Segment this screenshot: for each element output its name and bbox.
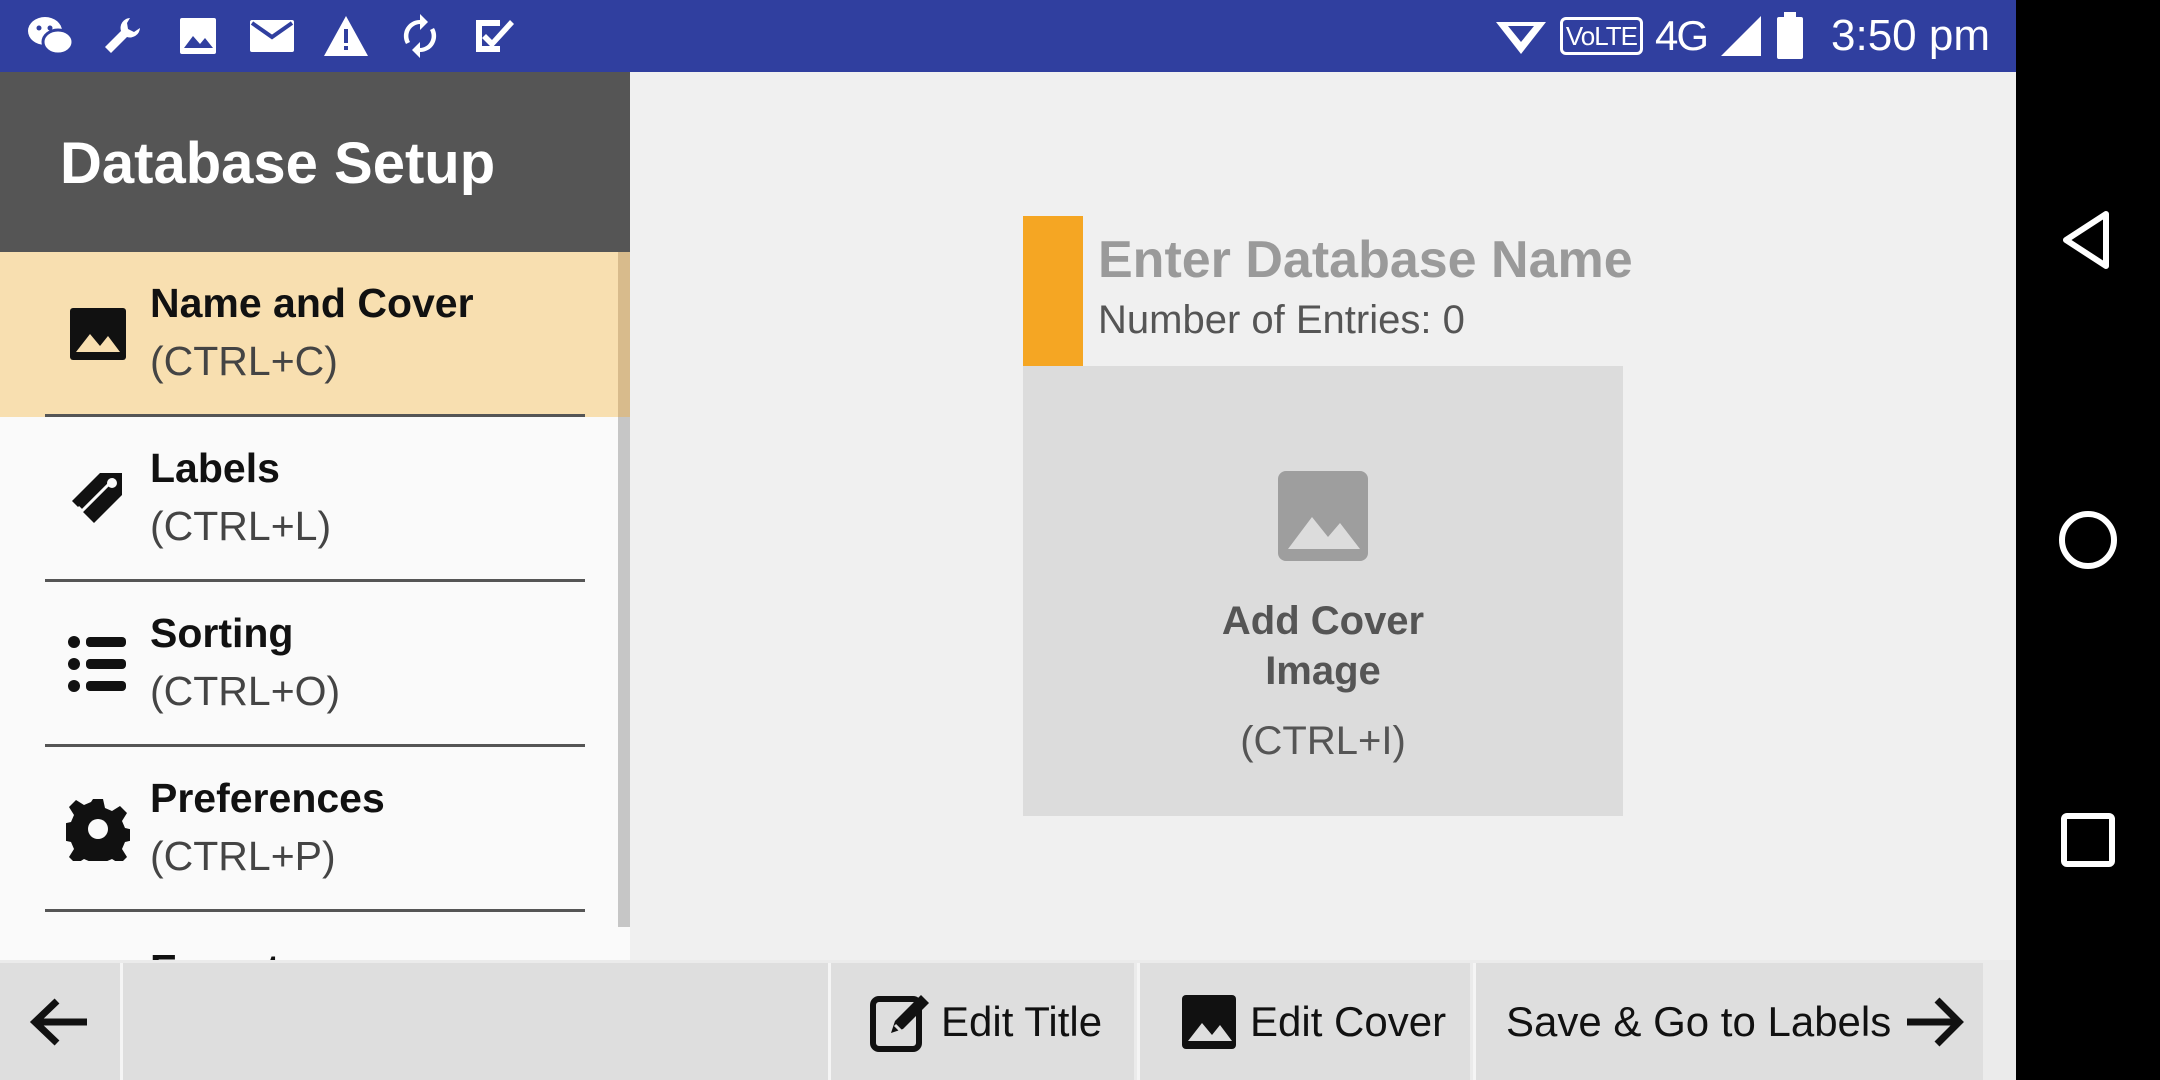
drawer-item-label: Preferences [150, 775, 385, 821]
circle-home-icon [2059, 511, 2117, 569]
drawer-item-export[interactable]: Export [0, 912, 630, 960]
warning-icon [324, 16, 368, 56]
add-cover-label: Add Cover Image [1023, 596, 1623, 696]
home-nav-button[interactable] [2052, 504, 2124, 576]
accent-bar [1023, 216, 1083, 366]
arrow-left-icon [29, 997, 87, 1046]
drawer-item-shortcut: (CTRL+O) [150, 668, 341, 714]
toolbar-spacer [120, 963, 828, 1080]
image-icon [66, 302, 130, 366]
add-cover-shortcut: (CTRL+I) [1240, 719, 1406, 763]
signal-icon [1721, 16, 1762, 56]
edit-cover-label: Edit Cover [1250, 997, 1447, 1045]
mail-icon [250, 20, 294, 52]
database-name-placeholder[interactable]: Enter Database Name [1098, 230, 1633, 290]
drawer-item-shortcut: (CTRL+L) [150, 503, 332, 549]
battery-icon [1777, 12, 1804, 59]
sync-icon [403, 14, 437, 58]
drawer-item-preferences[interactable]: Preferences (CTRL+P) [0, 747, 630, 912]
list-icon [66, 632, 130, 696]
save-go-label: Save & Go to Labels [1506, 997, 1892, 1045]
save-and-go-to-labels-button[interactable]: Save & Go to Labels [1473, 963, 1983, 1080]
drawer-item-label: Export [150, 946, 280, 960]
image-placeholder-icon [1278, 471, 1368, 561]
tag-icon [66, 467, 130, 531]
system-nav-bar [2016, 0, 2160, 1080]
wifi-hotspot-icon [1495, 22, 1546, 54]
image-icon [1182, 994, 1236, 1049]
triangle-back-icon [2063, 211, 2109, 269]
checkbox-icon [476, 20, 514, 52]
network-type: 4G [1654, 12, 1709, 59]
recents-nav-button[interactable] [2052, 804, 2124, 876]
drawer-item-sorting[interactable]: Sorting (CTRL+O) [0, 582, 630, 747]
edit-cover-button[interactable]: Edit Cover [1137, 963, 1470, 1080]
gear-icon [66, 797, 130, 861]
drawer-scrollbar[interactable] [618, 417, 630, 927]
volte-indicator: VoLTE [1559, 17, 1643, 55]
edit-title-button[interactable]: Edit Title [828, 963, 1134, 1080]
wrench-icon [105, 18, 140, 53]
drawer-title: Database Setup [60, 131, 496, 196]
drawer-item-labels[interactable]: Labels (CTRL+L) [0, 417, 630, 582]
arrow-right-icon [1907, 997, 1965, 1046]
edit-title-label: Edit Title [941, 997, 1103, 1045]
drawer-item-shortcut: (CTRL+P) [150, 833, 336, 879]
drawer-item-shortcut: (CTRL+C) [150, 338, 338, 384]
add-cover-label-line2: Image [1265, 649, 1381, 693]
status-bar: VoLTE 4G 3:50 pm [0, 0, 2016, 72]
back-button[interactable] [0, 963, 120, 1080]
edit-icon [870, 994, 929, 1052]
drawer-item-name-and-cover[interactable]: Name and Cover (CTRL+C) [0, 252, 630, 417]
wechat-icon [28, 17, 74, 56]
database-name-header[interactable]: Enter Database Name Number of Entries: 0 [1023, 216, 1633, 369]
back-nav-button[interactable] [2052, 204, 2124, 276]
image-icon [180, 18, 216, 54]
add-cover-image-button[interactable]: Add Cover Image (CTRL+I) [1023, 366, 1623, 816]
square-recents-icon [2061, 813, 2115, 867]
bottom-toolbar: Edit Title Edit Cover Save & Go to Label… [0, 960, 2016, 1080]
setup-drawer: Database Setup Name and Cover (CTRL+C) L… [0, 72, 630, 960]
drawer-scroll-track-highlight [618, 252, 630, 417]
clock: 3:50 pm [1831, 11, 1990, 60]
drawer-item-label: Labels [150, 445, 280, 491]
entries-count: Number of Entries: 0 [1098, 298, 1465, 342]
drawer-header: Database Setup [0, 72, 630, 252]
add-cover-label-line1: Add Cover [1221, 599, 1425, 643]
drawer-item-label: Sorting [150, 610, 294, 656]
drawer-item-label: Name and Cover [150, 280, 474, 326]
